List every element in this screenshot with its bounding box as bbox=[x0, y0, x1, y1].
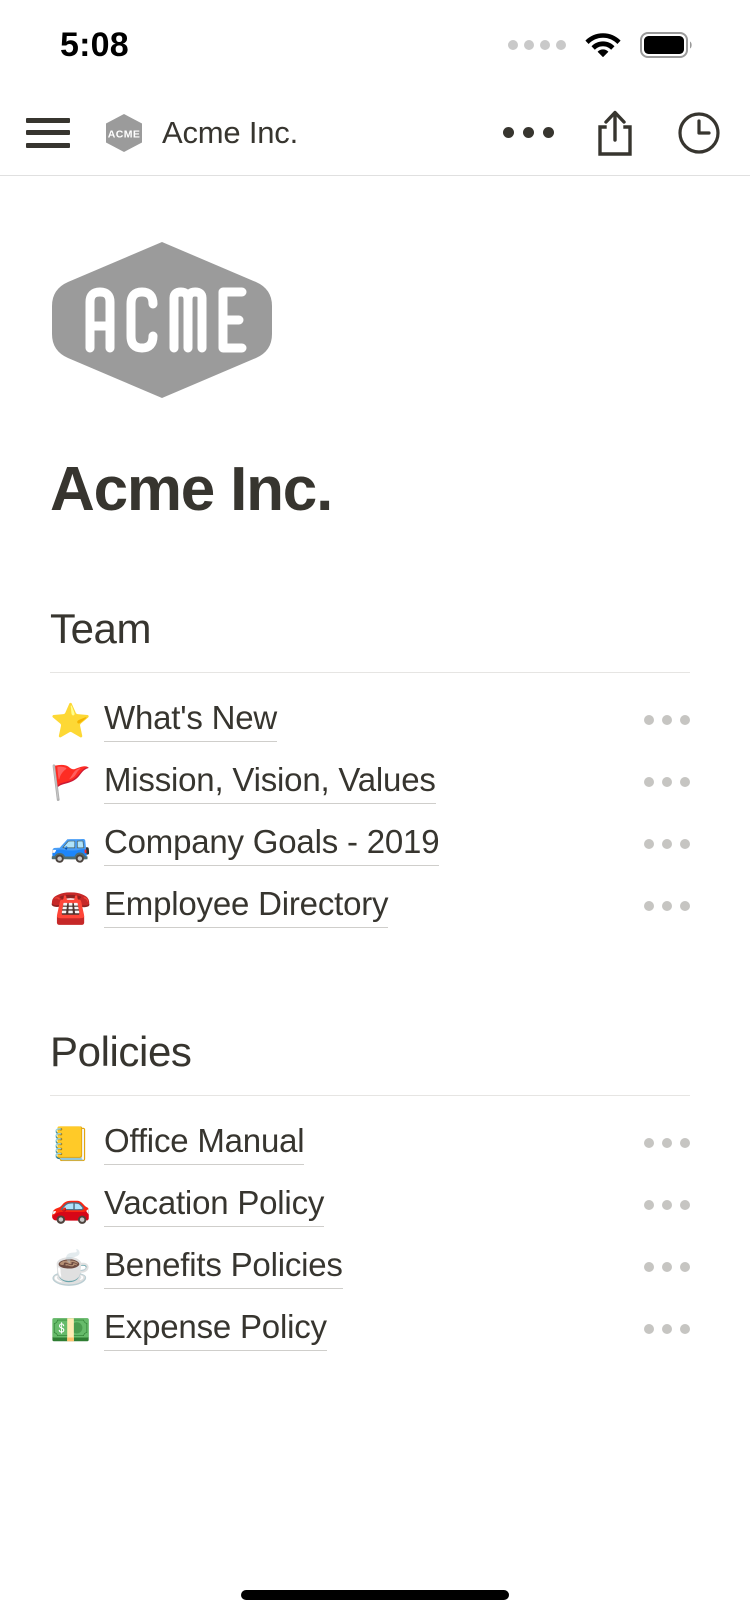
section-team: Team ⭐ What's New 🚩 Mission, Vision, Val… bbox=[50, 605, 700, 937]
list-item[interactable]: 💵 Expense Policy bbox=[50, 1298, 690, 1360]
status-indicators bbox=[508, 29, 694, 62]
acme-badge-icon: ACME bbox=[102, 111, 146, 155]
navigation-bar: ACME Acme Inc. bbox=[0, 90, 750, 176]
wifi-icon bbox=[584, 29, 622, 62]
telephone-emoji: ☎️ bbox=[50, 887, 92, 925]
list-item[interactable]: ☕ Benefits Policies bbox=[50, 1236, 690, 1298]
row-more-icon[interactable] bbox=[632, 901, 690, 912]
list-item[interactable]: 📒 Office Manual bbox=[50, 1112, 690, 1174]
row-more-icon[interactable] bbox=[632, 839, 690, 850]
list-item[interactable]: ⭐ What's New bbox=[50, 689, 690, 751]
page-link[interactable]: Mission, Vision, Values bbox=[104, 761, 436, 804]
status-bar: 5:08 bbox=[0, 0, 750, 90]
list-item[interactable]: ☎️ Employee Directory bbox=[50, 875, 690, 937]
blue-suv-emoji: 🚙 bbox=[50, 825, 92, 863]
nav-workspace-title[interactable]: Acme Inc. bbox=[162, 115, 298, 151]
page-link[interactable]: Benefits Policies bbox=[104, 1246, 343, 1289]
page-link[interactable]: Vacation Policy bbox=[104, 1184, 324, 1227]
phone-screen: 5:08 ACME Acme Inc. Acme Inc. Team ⭐ Wha… bbox=[0, 0, 750, 1624]
home-indicator[interactable] bbox=[241, 1590, 509, 1600]
list-item[interactable]: 🚙 Company Goals - 2019 bbox=[50, 813, 690, 875]
page-link[interactable]: Employee Directory bbox=[104, 885, 389, 928]
section-heading: Team bbox=[50, 605, 152, 653]
row-more-icon[interactable] bbox=[632, 1138, 690, 1149]
section-policies: Policies 📒 Office Manual 🚗 Vacation Poli… bbox=[50, 1029, 700, 1360]
star-emoji: ⭐ bbox=[50, 701, 92, 739]
row-more-icon[interactable] bbox=[632, 1324, 690, 1335]
hamburger-menu-icon[interactable] bbox=[24, 115, 72, 151]
row-more-icon[interactable] bbox=[632, 1200, 690, 1211]
status-time: 5:08 bbox=[60, 25, 129, 64]
row-more-icon[interactable] bbox=[632, 1262, 690, 1273]
clock-history-icon[interactable] bbox=[676, 110, 722, 156]
page-link[interactable]: Company Goals - 2019 bbox=[104, 823, 440, 866]
share-icon[interactable] bbox=[594, 109, 636, 157]
page-link[interactable]: Expense Policy bbox=[104, 1308, 327, 1351]
cellular-dots-icon bbox=[508, 40, 566, 50]
dollar-banknote-emoji: 💵 bbox=[50, 1310, 92, 1348]
more-horizontal-icon[interactable] bbox=[503, 127, 554, 138]
svg-text:ACME: ACME bbox=[108, 128, 141, 140]
row-more-icon[interactable] bbox=[632, 715, 690, 726]
nav-actions bbox=[503, 109, 722, 157]
ledger-notebook-emoji: 📒 bbox=[50, 1124, 92, 1162]
battery-full-icon bbox=[640, 31, 694, 59]
page-title: Acme Inc. bbox=[50, 455, 333, 524]
page-link[interactable]: Office Manual bbox=[104, 1122, 305, 1165]
section-heading: Policies bbox=[50, 1028, 192, 1076]
row-more-icon[interactable] bbox=[632, 777, 690, 788]
page-link[interactable]: What's New bbox=[104, 699, 277, 742]
red-car-emoji: 🚗 bbox=[50, 1186, 92, 1224]
hot-beverage-emoji: ☕ bbox=[50, 1248, 92, 1286]
triangular-flag-emoji: 🚩 bbox=[50, 763, 92, 801]
acme-logo bbox=[50, 240, 274, 400]
list-item[interactable]: 🚗 Vacation Policy bbox=[50, 1174, 690, 1236]
page-content: Acme Inc. Team ⭐ What's New 🚩 Mission, V… bbox=[0, 176, 750, 1360]
list-item[interactable]: 🚩 Mission, Vision, Values bbox=[50, 751, 690, 813]
